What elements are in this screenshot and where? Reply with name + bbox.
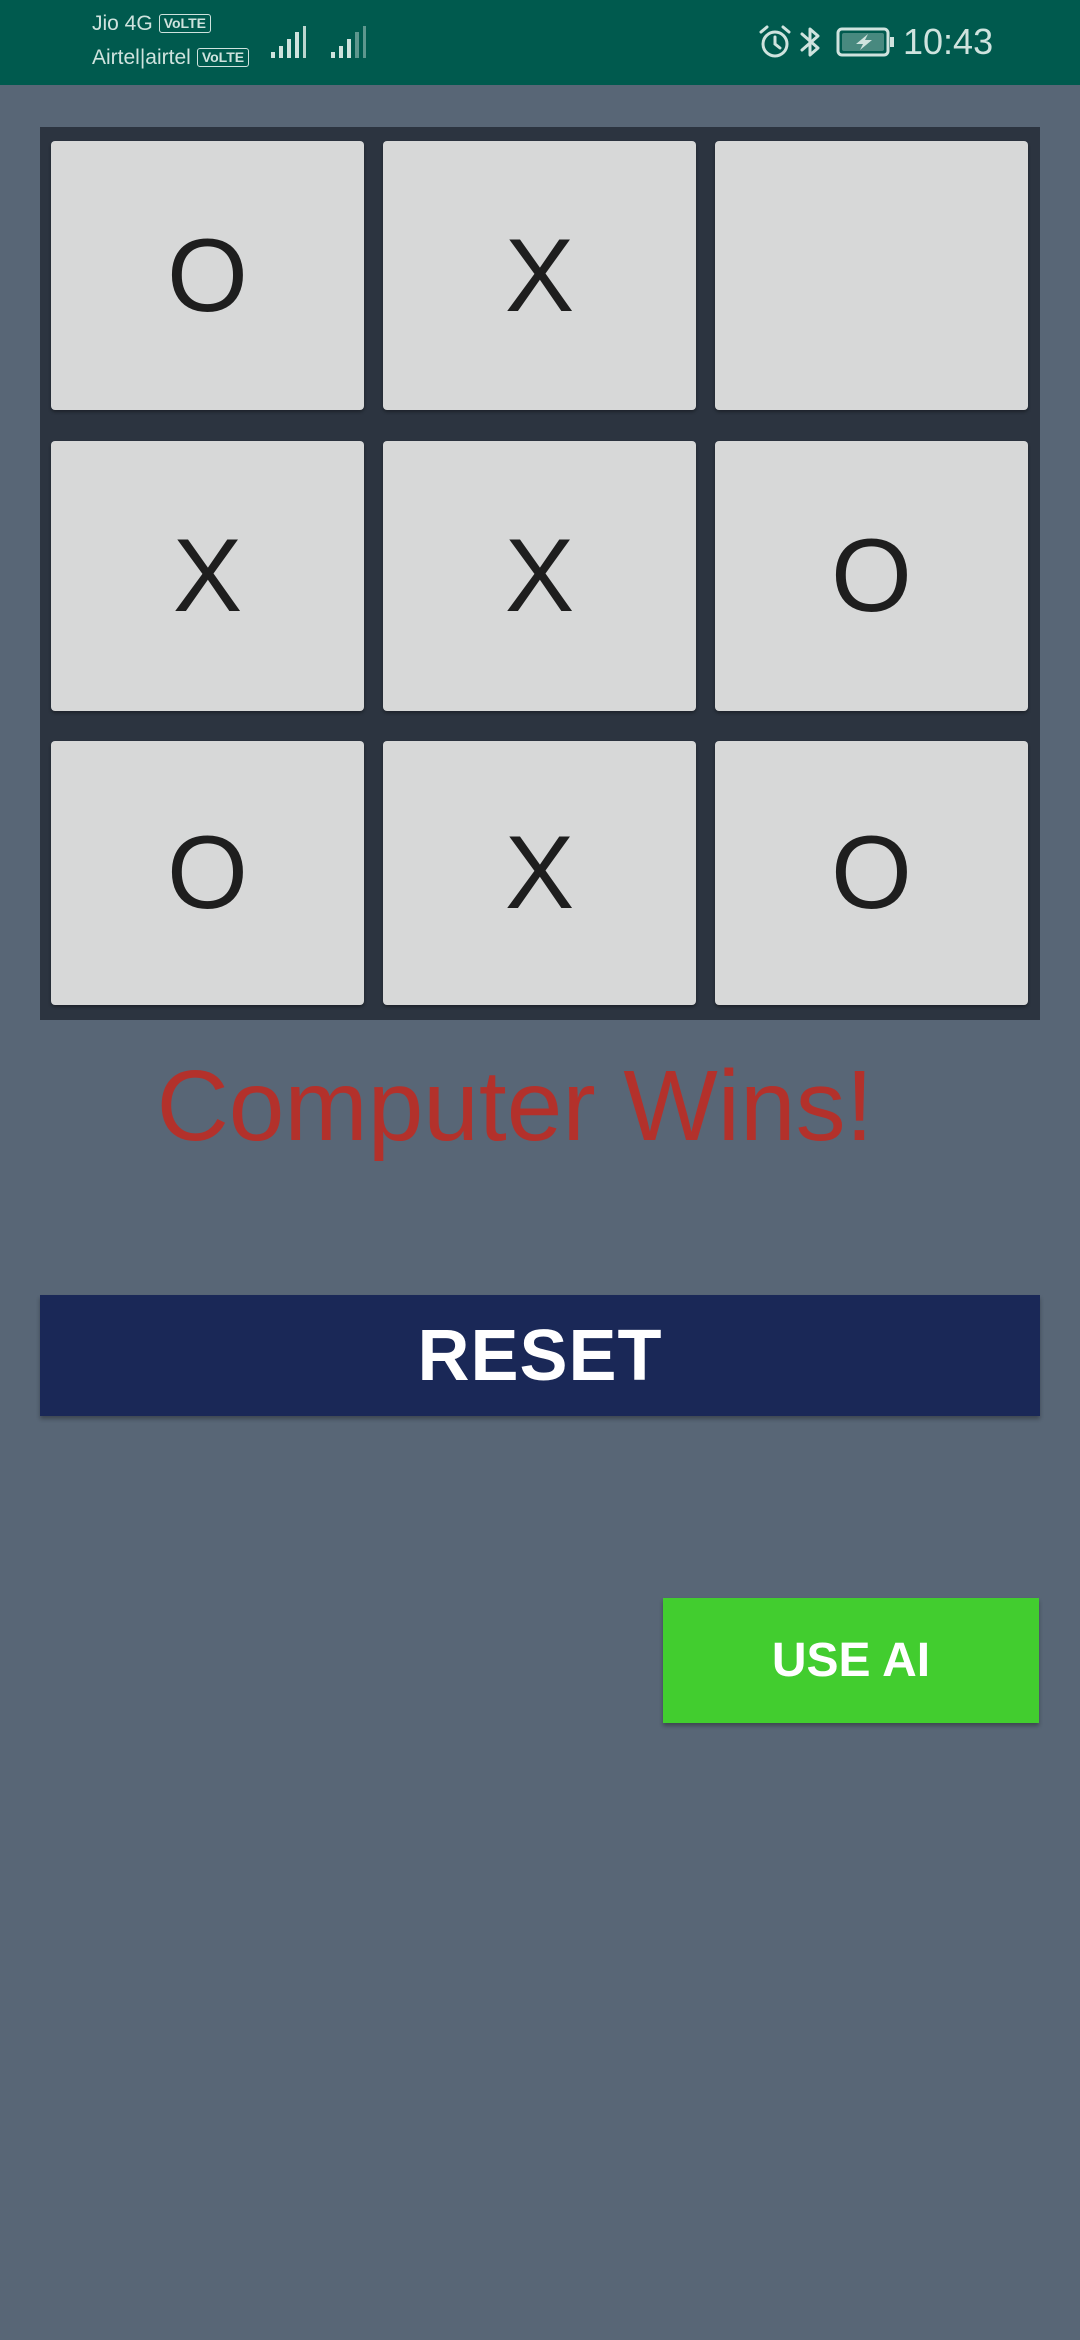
carrier-secondary: Airtel|airtel VoLTE — [92, 46, 250, 70]
cell-mark: X — [504, 815, 575, 931]
cell-mark: O — [167, 815, 248, 931]
board-cell-3-2[interactable]: X — [383, 741, 696, 1005]
board-cell-3-3[interactable]: O — [715, 741, 1028, 1005]
cell-mark: X — [504, 217, 575, 334]
carrier-secondary-label: Airtel|airtel — [92, 46, 191, 69]
result-text: Computer Wins! — [156, 1050, 874, 1162]
reset-button[interactable]: RESET — [40, 1295, 1040, 1416]
result-message: Computer Wins! — [0, 1050, 1080, 1162]
carrier-primary-label: Jio 4G — [92, 12, 153, 35]
cell-mark: O — [831, 518, 912, 634]
signal-icon — [271, 26, 306, 58]
cell-mark: X — [172, 518, 243, 634]
cell-mark: X — [504, 518, 575, 634]
board-cell-1-1[interactable]: O — [51, 141, 364, 410]
board-cell-3-1[interactable]: O — [51, 741, 364, 1005]
board-cell-1-3[interactable] — [715, 141, 1028, 410]
clock: 10:43 — [903, 21, 994, 62]
signal-icon — [331, 26, 366, 58]
cell-mark: O — [167, 217, 248, 334]
carrier-primary: Jio 4G VoLTE — [92, 12, 211, 36]
volte-badge: VoLTE — [196, 48, 250, 67]
game-board: O X X X O O X O — [40, 127, 1040, 1020]
volte-badge: VoLTE — [158, 14, 211, 33]
status-bar: Jio 4G VoLTE Airtel|airtel VoLTE 10:43 — [0, 0, 1080, 85]
use-ai-button[interactable]: USE AI — [663, 1598, 1039, 1723]
board-cell-1-2[interactable]: X — [383, 141, 696, 410]
board-cell-2-1[interactable]: X — [51, 441, 364, 711]
cell-mark: O — [831, 815, 912, 931]
board-cell-2-3[interactable]: O — [715, 441, 1028, 711]
battery-charging-icon — [836, 27, 894, 57]
board-cell-2-2[interactable]: X — [383, 441, 696, 711]
bluetooth-icon — [800, 27, 820, 57]
alarm-icon — [759, 25, 791, 58]
